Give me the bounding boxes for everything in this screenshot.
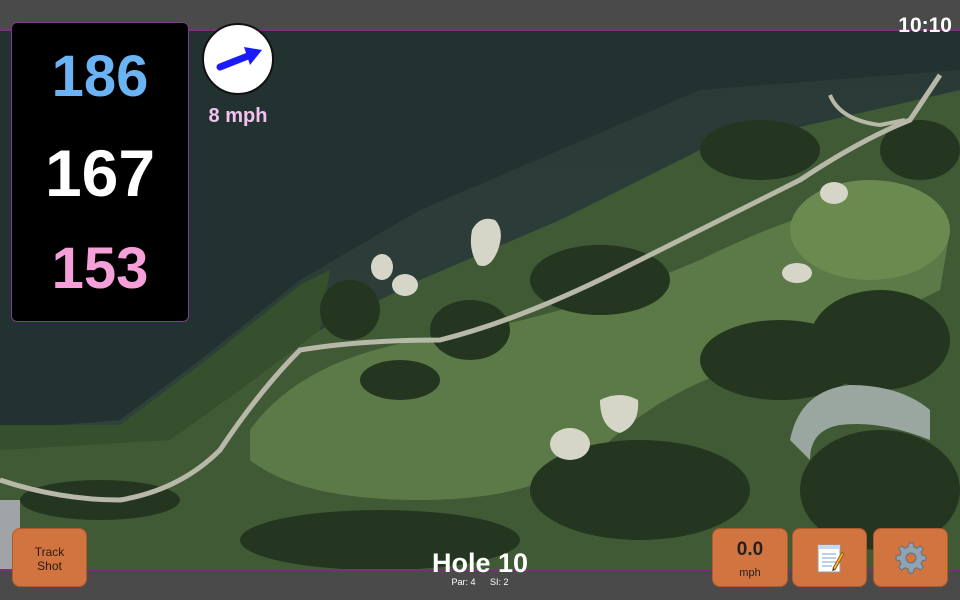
gear-icon <box>895 542 926 573</box>
wind-speed: 8 mph <box>208 105 268 127</box>
notes-button[interactable] <box>792 528 867 587</box>
hole-details: Par: 4 SI: 2 <box>380 577 580 587</box>
speed-unit: mph <box>739 567 761 579</box>
hole-stroke-index: SI: 2 <box>490 577 509 587</box>
speed-value: 0.0 <box>736 539 764 560</box>
track-shot-button[interactable]: Track Shot <box>12 528 87 587</box>
golf-gps-screen: 10:10 186 167 153 8 mph Track Shot Hole … <box>0 0 960 600</box>
hole-title: Hole 10 <box>431 548 529 578</box>
hole-par: Par: 4 <box>451 577 476 587</box>
track-shot-label: Track Shot <box>34 545 65 573</box>
speed-button[interactable]: 0.0 mph <box>712 528 788 587</box>
back-distance: 186 <box>51 44 149 109</box>
wind-indicator <box>202 23 274 95</box>
clock: 10:10 <box>898 14 952 37</box>
distance-panel[interactable]: 186 167 153 <box>11 22 189 322</box>
wind-direction-arrow-icon <box>216 47 262 71</box>
notepad-icon <box>817 544 844 572</box>
center-distance: 167 <box>44 136 156 210</box>
settings-button[interactable] <box>873 528 948 587</box>
front-distance: 153 <box>51 236 149 301</box>
